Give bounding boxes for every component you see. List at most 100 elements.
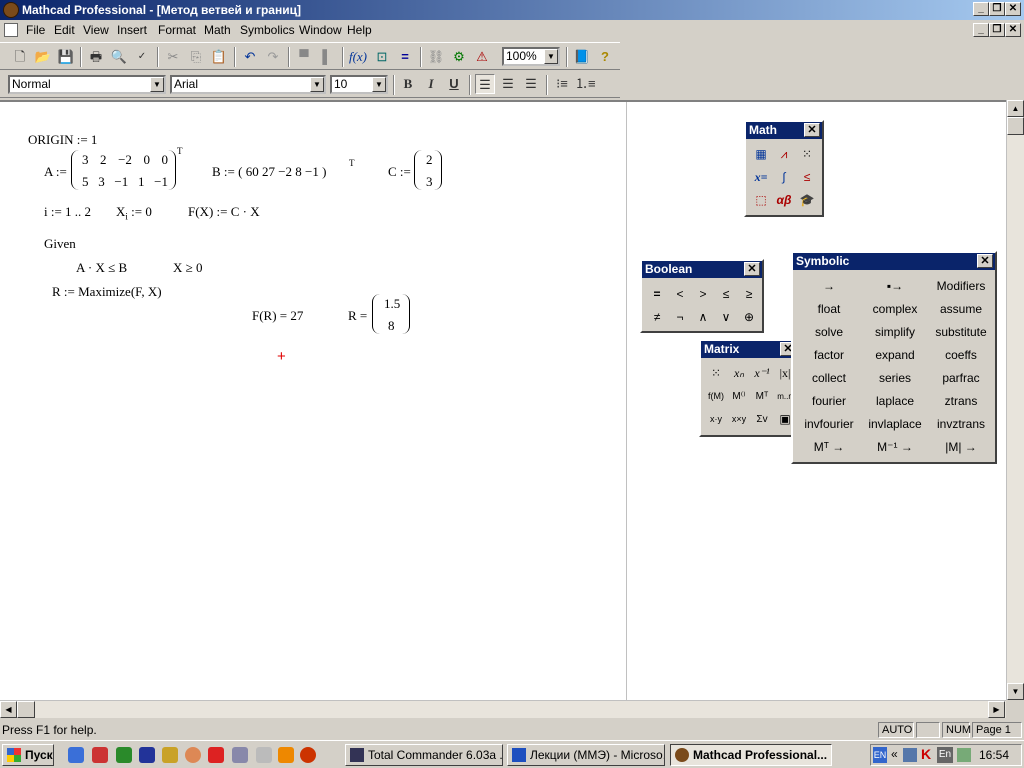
subscript-icon[interactable]: xₙ bbox=[728, 363, 750, 384]
bool-not-button[interactable]: ¬ bbox=[669, 307, 691, 328]
menu-insert[interactable]: Insert bbox=[117, 23, 147, 37]
close-icon[interactable]: ✕ bbox=[977, 254, 993, 268]
mathcad-app-icon[interactable] bbox=[3, 2, 19, 18]
scroll-right-icon[interactable]: ▶ bbox=[988, 701, 1005, 718]
result-r-label[interactable]: R = bbox=[348, 308, 367, 324]
doc-restore-button[interactable]: ❐ bbox=[989, 23, 1005, 37]
vector-c-label[interactable]: C := bbox=[388, 164, 411, 180]
symbolic-transpose-eval-button[interactable]: Mᵀ → bbox=[797, 436, 861, 458]
align-right-icon[interactable]: ☰ bbox=[521, 74, 541, 94]
task-mathcad[interactable]: Mathcad Professional... bbox=[670, 744, 832, 766]
bool-equal-button[interactable]: = bbox=[646, 284, 668, 305]
copy-icon[interactable]: ⎘ bbox=[186, 47, 206, 67]
numbering-icon[interactable]: ⒈≡ bbox=[575, 74, 596, 94]
vector-sum-icon[interactable]: Σv bbox=[751, 409, 773, 430]
symbolic-palette[interactable]: Symbolic ✕ → ▪→ Modifiers float complex assume… bbox=[791, 251, 997, 464]
dot-product-icon[interactable]: x·y bbox=[705, 409, 727, 430]
matrix-palette[interactable]: Matrix ✕ ⁙ xₙ x⁻¹ |x| f(M) M⁽⁾ Mᵀ m..n x·… bbox=[699, 339, 800, 437]
bool-ne-button[interactable]: ≠ bbox=[646, 307, 668, 328]
run-mathconnex-icon[interactable]: ⚠ bbox=[472, 47, 492, 67]
document-icon[interactable] bbox=[4, 23, 18, 37]
zoom-select[interactable]: 100% ▼ bbox=[502, 47, 560, 66]
given-keyword[interactable]: Given bbox=[44, 236, 76, 252]
media-quicklaunch-icon[interactable] bbox=[300, 747, 316, 763]
menu-help[interactable]: Help bbox=[347, 23, 372, 37]
symbolic-expand-button[interactable]: expand bbox=[863, 344, 927, 366]
insert-component-icon[interactable]: ⚙ bbox=[449, 47, 469, 67]
resource-center-icon[interactable]: 📘 bbox=[572, 47, 592, 67]
task-word[interactable]: Лекции (ММЭ) - Microso... bbox=[507, 744, 665, 766]
constraint-2[interactable]: X ≥ 0 bbox=[173, 260, 203, 276]
programming-toolbar-icon[interactable]: ⬚ bbox=[750, 190, 772, 211]
origin-definition[interactable]: ORIGIN := 1 bbox=[28, 132, 97, 148]
player-quicklaunch-icon[interactable] bbox=[185, 747, 201, 763]
insert-function-icon[interactable]: f(x) bbox=[348, 47, 368, 67]
math-palette[interactable]: Math ✕ ▦ ⩘ ⁙ x= ∫ ≤ ⬚ αβ 🎓 bbox=[744, 120, 824, 217]
calculator-toolbar-icon[interactable]: ▦ bbox=[750, 144, 772, 165]
symbolic-ztrans-button[interactable]: ztrans bbox=[929, 390, 993, 412]
boolean-palette[interactable]: Boolean ✕ = < > ≤ ≥ ≠ ¬ ∧ ∨ ⊕ bbox=[640, 259, 764, 333]
symbolic-float-button[interactable]: float bbox=[797, 298, 861, 320]
chevron-down-icon[interactable]: ▼ bbox=[150, 77, 164, 92]
symbolic-invfourier-button[interactable]: invfourier bbox=[797, 413, 861, 435]
doc-minimize-button[interactable]: _ bbox=[973, 23, 989, 37]
keyboard-layout-tray[interactable]: En bbox=[937, 747, 953, 763]
cut-icon[interactable]: ✂ bbox=[163, 47, 183, 67]
scroll-down-icon[interactable]: ▼ bbox=[1007, 683, 1024, 700]
symbolic-determinant-eval-button[interactable]: |M| → bbox=[929, 436, 993, 458]
boolean-toolbar-icon[interactable]: ≤ bbox=[796, 167, 818, 188]
symbolic-assume-button[interactable]: assume bbox=[929, 298, 993, 320]
redo-icon[interactable]: ↷ bbox=[263, 47, 283, 67]
close-button[interactable]: ✕ bbox=[1005, 2, 1021, 16]
symbolic-symbolic-eval-button[interactable]: → bbox=[797, 275, 861, 297]
matrix-palette-title[interactable]: Matrix ✕ bbox=[701, 341, 798, 358]
minimize-button[interactable]: _ bbox=[973, 2, 989, 16]
vector-b-definition[interactable]: B := ( 60 27 −2 8 −1 ) bbox=[212, 164, 326, 180]
vectorize-icon[interactable]: f(M) bbox=[705, 386, 727, 407]
task-total-commander[interactable]: Total Commander 6.03a ... bbox=[345, 744, 503, 766]
close-icon[interactable]: ✕ bbox=[744, 262, 760, 276]
doc-close-button[interactable]: ✕ bbox=[1005, 23, 1021, 37]
scroll-thumb-vertical[interactable] bbox=[1007, 117, 1024, 135]
opera-quicklaunch-icon[interactable] bbox=[208, 747, 224, 763]
menu-symbolics[interactable]: Symbolics bbox=[240, 23, 295, 37]
cross-product-icon[interactable]: x×y bbox=[728, 409, 750, 430]
transpose-icon[interactable]: Mᵀ bbox=[751, 386, 773, 407]
symbolic-collect-button[interactable]: collect bbox=[797, 367, 861, 389]
math-palette-title[interactable]: Math ✕ bbox=[746, 122, 822, 139]
scroll-thumb-horizontal[interactable] bbox=[17, 701, 35, 718]
symbolic-laplace-button[interactable]: laplace bbox=[863, 390, 927, 412]
greek-toolbar-icon[interactable]: αβ bbox=[773, 190, 795, 211]
menu-format[interactable]: Format bbox=[158, 23, 196, 37]
x-initial-guess[interactable]: Xi := 0 bbox=[116, 204, 152, 222]
tool-quicklaunch-icon[interactable] bbox=[232, 747, 248, 763]
bullets-icon[interactable]: ⁝≡ bbox=[552, 74, 572, 94]
align-down-icon[interactable]: ▌ bbox=[317, 47, 337, 67]
insert-hyperlink-icon[interactable]: ⛓ bbox=[426, 47, 446, 67]
chevron-down-icon[interactable]: ▼ bbox=[310, 77, 324, 92]
bool-xor-button[interactable]: ⊕ bbox=[738, 307, 760, 328]
open-icon[interactable]: 📂 bbox=[33, 47, 53, 67]
new-icon[interactable]: 🗋 bbox=[10, 47, 30, 67]
style-select[interactable]: Normal ▼ bbox=[8, 75, 166, 94]
close-icon[interactable]: ✕ bbox=[804, 123, 820, 137]
menu-math[interactable]: Math bbox=[204, 23, 231, 37]
menu-file[interactable]: File bbox=[26, 23, 45, 37]
column-icon[interactable]: M⁽⁾ bbox=[728, 386, 750, 407]
spell-check-icon[interactable]: ✓ bbox=[132, 47, 152, 67]
symbolic-series-button[interactable]: series bbox=[863, 367, 927, 389]
calculus-toolbar-icon[interactable]: ∫ bbox=[773, 167, 795, 188]
floppy-quicklaunch-icon[interactable] bbox=[139, 747, 155, 763]
menu-window[interactable]: Window bbox=[299, 23, 342, 37]
bold-button[interactable]: B bbox=[398, 74, 418, 94]
bulb-quicklaunch-icon[interactable] bbox=[256, 747, 272, 763]
ie-quicklaunch-icon[interactable] bbox=[68, 747, 84, 763]
paste-icon[interactable]: 📋 bbox=[209, 47, 229, 67]
save-icon[interactable]: 💾 bbox=[56, 47, 76, 67]
matrix-a-label[interactable]: A := bbox=[44, 164, 67, 180]
bool-greater-button[interactable]: > bbox=[692, 284, 714, 305]
insert-matrix-icon[interactable]: ⁙ bbox=[705, 363, 727, 384]
symbolic-invlaplace-button[interactable]: invlaplace bbox=[863, 413, 927, 435]
symbolic-simplify-button[interactable]: simplify bbox=[863, 321, 927, 343]
bool-ge-button[interactable]: ≥ bbox=[738, 284, 760, 305]
